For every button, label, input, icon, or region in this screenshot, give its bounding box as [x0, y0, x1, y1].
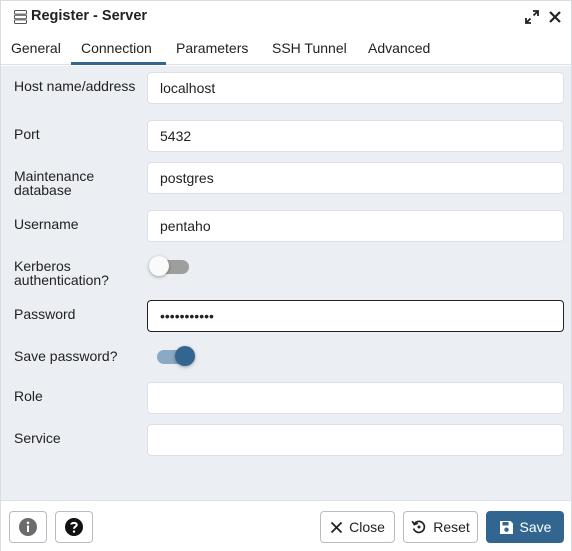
host-input[interactable]: localhost: [147, 72, 564, 104]
close-button[interactable]: Close: [320, 511, 395, 543]
x-icon: [330, 521, 343, 533]
username-input[interactable]: pentaho: [147, 210, 564, 242]
port-input[interactable]: 5432: [147, 120, 564, 152]
kerberos-toggle[interactable]: [149, 256, 189, 278]
tab-connection[interactable]: Connection: [81, 40, 152, 56]
help-icon: [65, 518, 83, 536]
expand-icon[interactable]: [524, 9, 540, 25]
password-label: Password: [14, 306, 76, 322]
tab-bar: General Connection Parameters SSH Tunnel…: [1, 33, 571, 65]
port-label: Port: [14, 126, 40, 142]
active-tab-indicator: [71, 62, 166, 65]
reset-button[interactable]: Reset: [403, 511, 478, 543]
tab-ssh-tunnel[interactable]: SSH Tunnel: [272, 40, 347, 56]
role-label: Role: [14, 388, 43, 404]
host-label: Host name/address: [14, 78, 136, 94]
toggle-knob: [149, 256, 169, 276]
save-password-label: Save password?: [14, 348, 118, 364]
save-password-toggle[interactable]: [157, 346, 195, 368]
tab-general[interactable]: General: [11, 40, 61, 56]
info-icon: [19, 518, 37, 536]
maintenance-db-label: Maintenance database: [14, 168, 95, 198]
password-input[interactable]: •••••••••••: [147, 300, 564, 332]
role-input[interactable]: [147, 382, 564, 414]
connection-form: Host name/address localhost Port 5432 Ma…: [1, 66, 571, 500]
close-icon[interactable]: [547, 9, 563, 25]
register-server-dialog: Register - Server General Connection Par…: [0, 0, 572, 551]
title-bar[interactable]: Register - Server: [1, 1, 571, 33]
service-label: Service: [14, 430, 61, 446]
help-button[interactable]: [55, 511, 93, 543]
info-button[interactable]: [9, 511, 47, 543]
save-button-label: Save: [519, 519, 552, 535]
tab-advanced[interactable]: Advanced: [368, 40, 430, 56]
kerberos-label: Kerberos authentication?: [14, 258, 109, 288]
username-label: Username: [14, 216, 79, 232]
maintenance-db-input[interactable]: postgres: [147, 162, 564, 194]
save-button[interactable]: Save: [486, 511, 564, 543]
save-icon: [499, 520, 513, 534]
close-button-label: Close: [349, 519, 385, 535]
tab-parameters[interactable]: Parameters: [176, 40, 248, 56]
server-icon: [14, 10, 27, 24]
toggle-knob: [175, 346, 195, 366]
service-input[interactable]: [147, 424, 564, 456]
dialog-footer: Close Reset Save: [1, 500, 571, 551]
reset-button-label: Reset: [433, 519, 470, 535]
dialog-title: Register - Server: [31, 8, 148, 24]
reset-icon: [411, 520, 426, 534]
